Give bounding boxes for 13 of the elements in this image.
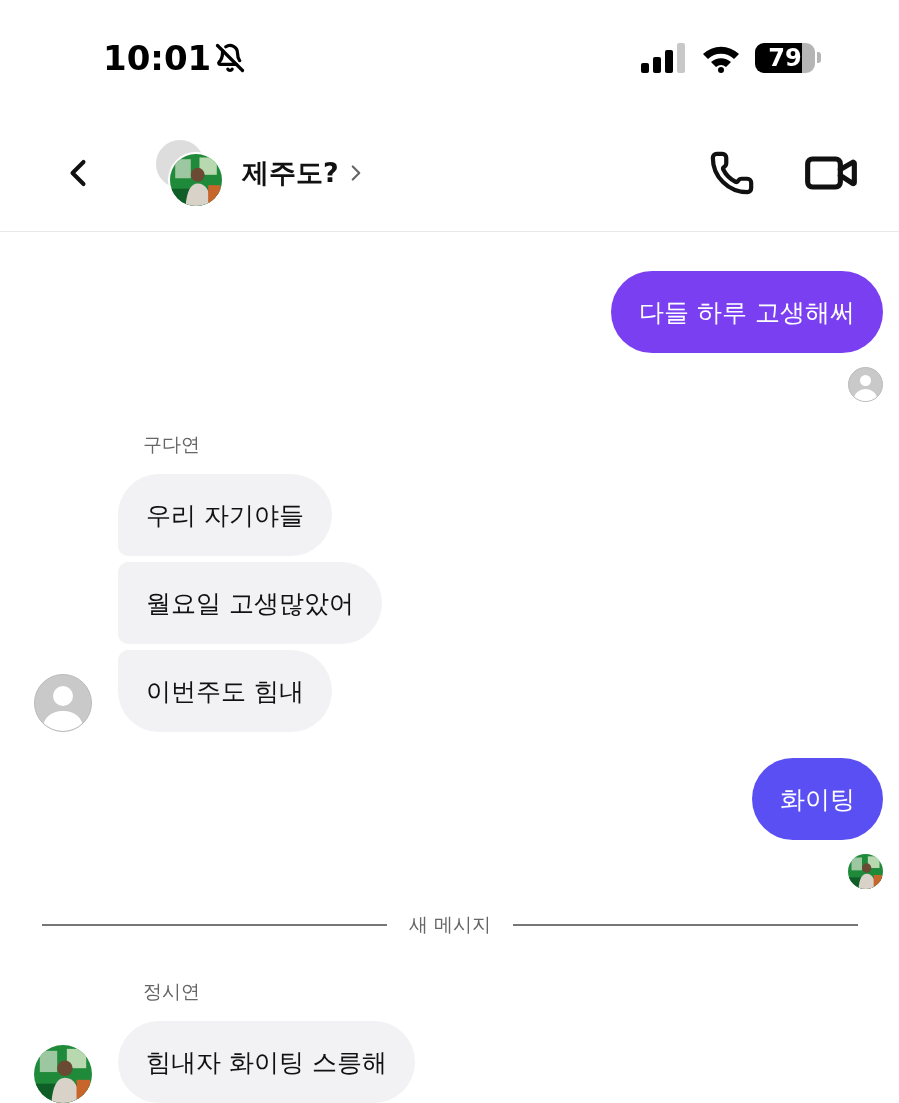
received-message: 월요일 고생많았어 (118, 562, 382, 644)
sent-message: 다들 하루 고생해써 (611, 271, 883, 353)
chat-title[interactable]: 제주도? (242, 155, 339, 192)
new-messages-label: 새 메시지 (409, 912, 492, 937)
received-message: 이번주도 힘내 (118, 650, 332, 732)
phone-button[interactable] (709, 150, 755, 197)
clock: 10:01 (103, 38, 212, 78)
sender-name: 구다연 (143, 432, 201, 457)
sent-message: 화이팅 (752, 758, 883, 840)
received-message: 우리 자기야들 (118, 474, 332, 556)
received-message: 힘내자 화이팅 스릉해 (118, 1021, 415, 1103)
sender-name: 정시연 (143, 979, 201, 1004)
signal-icon (641, 43, 687, 73)
